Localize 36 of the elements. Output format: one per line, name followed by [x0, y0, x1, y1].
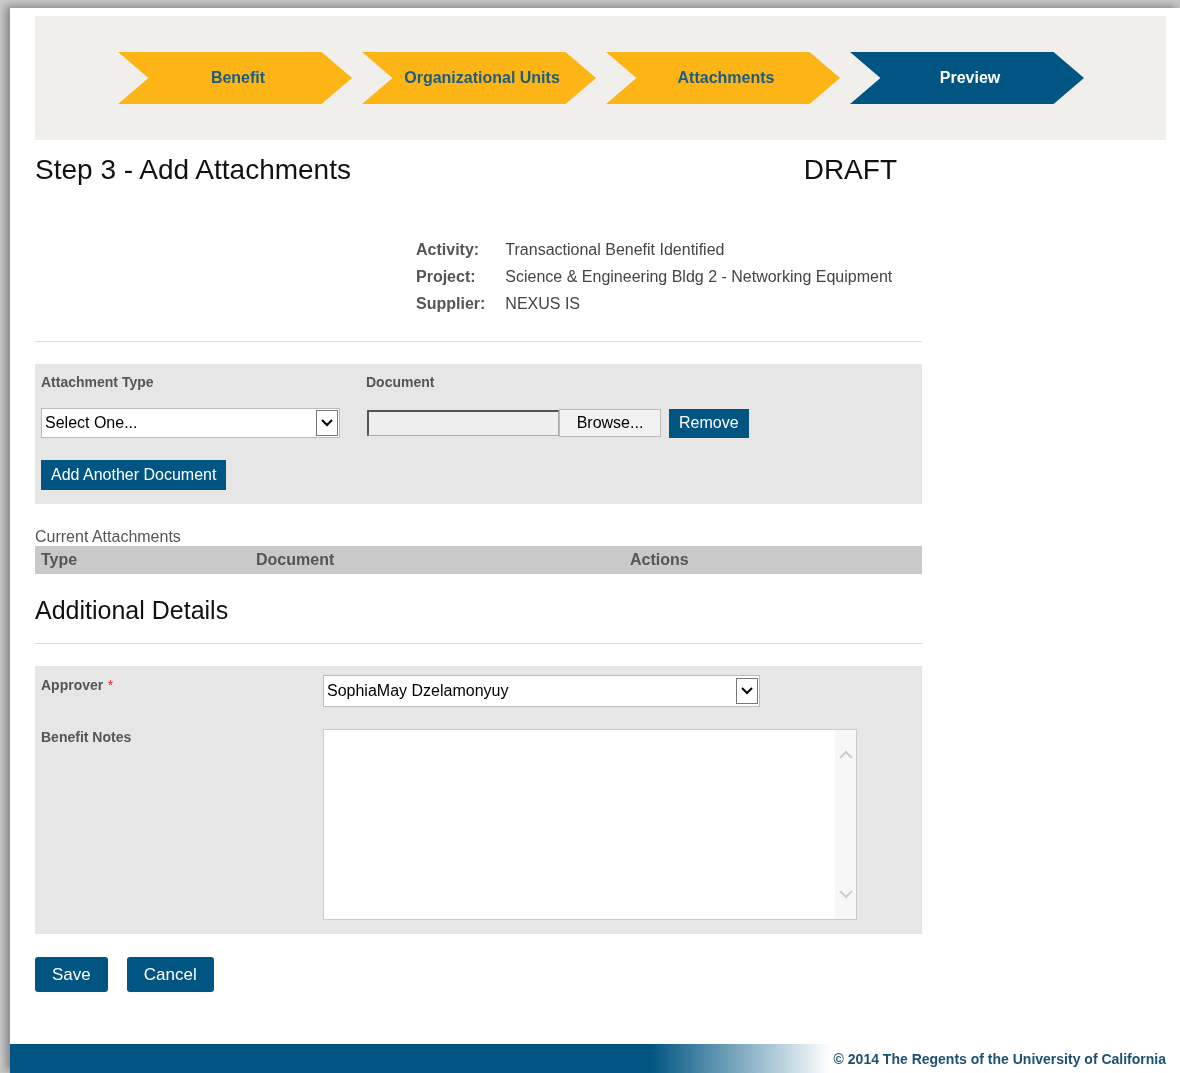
file-field[interactable]	[367, 410, 559, 436]
remove-button[interactable]: Remove	[669, 408, 749, 438]
step-tab[interactable]: Attachments	[606, 52, 840, 104]
section-title: Additional Details	[35, 596, 230, 625]
step-tab[interactable]: Organizational Units	[362, 52, 596, 104]
detail-label: Activity:	[416, 241, 481, 259]
section-label: Current Attachments	[35, 528, 182, 546]
step-tab[interactable]: Benefit	[118, 52, 352, 104]
detail-value: Transactional Benefit Identified	[505, 241, 726, 259]
column-header: Actions	[630, 551, 690, 569]
browse-button[interactable]: Browse...	[559, 409, 661, 437]
approver-select[interactable]: SophiaMay Dzelamonyuy	[323, 675, 760, 707]
copyright-text: © 2014 The Regents of the University of California	[833, 1050, 1166, 1067]
required-mark: *	[107, 677, 114, 693]
scroll-down-icon[interactable]	[838, 890, 853, 899]
status-label: DRAFT	[803, 154, 897, 186]
column-header: Type	[41, 551, 79, 569]
detail-value: Science & Engineering Bldg 2 - Networking Equipment	[505, 268, 893, 286]
caret-icon	[321, 419, 333, 427]
page-title: Step 3 - Add Attachments	[35, 154, 351, 186]
detail-value: NEXUS IS	[505, 295, 582, 313]
column-header: Document	[256, 551, 336, 569]
field-label: Benefit Notes	[41, 729, 133, 747]
detail-label: Supplier:	[416, 295, 486, 313]
add-document-button[interactable]: Add Another Document	[41, 460, 227, 490]
step-tab[interactable]: Preview	[850, 52, 1084, 104]
caret-icon	[741, 687, 753, 695]
field-label: Attachment Type	[41, 374, 155, 390]
scroll-up-icon[interactable]	[838, 750, 853, 759]
field-label: Document	[366, 374, 435, 390]
field-label: Approver	[41, 677, 104, 693]
attachment-type-select[interactable]: Select One...	[41, 408, 340, 438]
detail-label: Project:	[416, 268, 477, 286]
notes-field[interactable]	[323, 729, 857, 920]
action-button[interactable]: Save	[35, 957, 108, 992]
action-button[interactable]: Cancel	[126, 957, 214, 992]
